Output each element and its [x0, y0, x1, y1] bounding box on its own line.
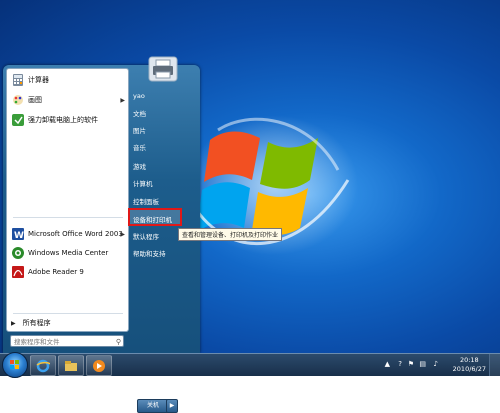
internet-explorer-icon[interactable] — [30, 355, 56, 376]
menu-item-control-panel[interactable]: 控制面板 — [133, 196, 159, 206]
media-center-icon — [11, 247, 24, 260]
search-placeholder: 搜索程序和文件 — [14, 338, 60, 346]
menu-item-help-support[interactable]: 帮助和支持 — [133, 248, 166, 258]
program-label: Windows Media Center — [28, 249, 109, 257]
play-arrow-icon: ▶ — [11, 319, 16, 327]
show-desktop-button[interactable] — [489, 354, 500, 376]
program-label: Microsoft Office Word 2003 — [28, 230, 123, 238]
programs-pane: 计算器 画图 ▶ 强力卸载电脑上的软件 W Microsoft Office W… — [6, 68, 129, 332]
program-adobe-reader[interactable]: Adobe Reader 9 — [7, 263, 128, 281]
program-uninstaller[interactable]: 强力卸载电脑上的软件 — [7, 111, 128, 129]
help-icon[interactable]: ? — [398, 360, 402, 368]
shutdown-options-button[interactable]: ▶ — [166, 399, 178, 413]
uninstall-icon — [11, 114, 24, 127]
tooltip: 查看和管理设备、打印机及打印作业 — [178, 228, 283, 241]
tray-up-arrow-icon[interactable]: ▲ — [385, 360, 390, 368]
submenu-arrow-icon: ▶ — [120, 96, 125, 104]
menu-divider — [13, 217, 123, 218]
windows-explorer-icon[interactable] — [58, 355, 84, 376]
flag-icon[interactable]: ⚑ — [408, 360, 414, 368]
program-calculator[interactable]: 计算器 — [7, 71, 128, 89]
windows-flag-icon — [10, 360, 19, 369]
shutdown-button[interactable]: 关机 — [137, 399, 169, 413]
adobe-reader-icon — [11, 266, 24, 279]
menu-item-pictures[interactable]: 图片 — [133, 125, 146, 135]
program-label: Adobe Reader 9 — [28, 268, 84, 276]
svg-text:W: W — [14, 231, 24, 240]
menu-item-computer[interactable]: 计算机 — [133, 178, 153, 188]
menu-item-user[interactable]: yao — [133, 92, 145, 100]
printer-icon — [148, 56, 178, 82]
clock[interactable]: 20:18 2010/6/27 — [453, 356, 486, 374]
all-programs-button[interactable]: ▶ 所有程序 — [11, 318, 51, 328]
network-icon[interactable]: ▤ — [419, 360, 426, 368]
program-label: 强力卸载电脑上的软件 — [28, 116, 98, 124]
taskbar: ▲ ? ⚑ ▤ ♪ 20:18 2010/6/27 — [0, 352, 500, 378]
clock-time: 20:18 — [459, 356, 479, 364]
submenu-arrow-icon: ▶ — [120, 230, 125, 238]
search-icon: ⚲ — [115, 338, 121, 346]
program-label: 画图 — [28, 96, 42, 104]
all-programs-label: 所有程序 — [22, 319, 51, 327]
menu-item-default-programs[interactable]: 默认程序 — [133, 231, 159, 241]
menu-item-games[interactable]: 游戏 — [133, 161, 146, 171]
paint-icon — [11, 94, 24, 107]
word-icon: W — [11, 228, 24, 241]
search-input[interactable]: 搜索程序和文件 ⚲ — [10, 335, 124, 347]
media-player-icon[interactable] — [86, 355, 112, 376]
clock-date: 2010/6/27 — [452, 365, 486, 373]
program-label: 计算器 — [28, 76, 49, 84]
menu-item-music[interactable]: 音乐 — [133, 142, 146, 152]
highlight-box — [128, 208, 182, 226]
program-media-center[interactable]: Windows Media Center — [7, 244, 128, 262]
calculator-icon — [11, 74, 24, 87]
menu-item-documents[interactable]: 文档 — [133, 108, 146, 118]
volume-icon[interactable]: ♪ — [434, 360, 438, 368]
program-paint[interactable]: 画图 ▶ — [7, 91, 128, 109]
program-word[interactable]: W Microsoft Office Word 2003 ▶ — [7, 225, 128, 243]
menu-divider — [13, 313, 123, 314]
start-button[interactable] — [2, 352, 28, 378]
